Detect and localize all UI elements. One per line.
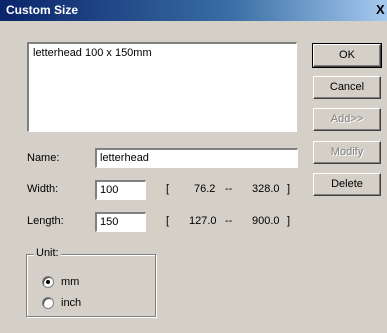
ok-button[interactable]: OK [312,43,382,68]
modify-button[interactable]: Modify [313,141,381,164]
size-list[interactable]: letterhead 100 x 150mm [27,42,297,132]
title-bar: Custom Size X [0,0,387,21]
unit-inch-radio[interactable] [42,297,54,309]
unit-mm-radio[interactable] [42,276,54,288]
unit-inch-label[interactable]: inch [61,297,81,309]
length-label: Length: [27,215,64,227]
add-button[interactable]: Add>> [313,108,381,131]
width-range-min: 76.2 [194,183,216,195]
close-icon[interactable]: X [376,2,387,18]
width-field[interactable]: 100 [95,180,146,200]
cancel-button[interactable]: Cancel [313,76,381,99]
unit-mm-label[interactable]: mm [61,276,79,288]
length-range-sep: -- [225,215,233,227]
width-range-max: 328.0 [252,183,280,195]
length-range-min: 127.0 [189,215,217,227]
length-field[interactable]: 150 [95,212,146,232]
name-field[interactable]: letterhead [95,148,298,168]
list-item[interactable]: letterhead 100 x 150mm [33,47,152,59]
unit-group-label: Unit: [34,247,61,259]
width-range-close: ] [287,183,291,195]
name-label: Name: [27,152,60,164]
width-range-open: [ [166,183,170,195]
delete-button[interactable]: Delete [313,173,381,196]
radio-selected-dot [46,280,50,284]
length-range-max: 900.0 [252,215,280,227]
length-range-close: ] [287,215,291,227]
window-title: Custom Size [6,3,79,17]
length-range-open: [ [166,215,170,227]
width-label: Width: [27,183,59,195]
width-range-sep: -- [225,183,233,195]
